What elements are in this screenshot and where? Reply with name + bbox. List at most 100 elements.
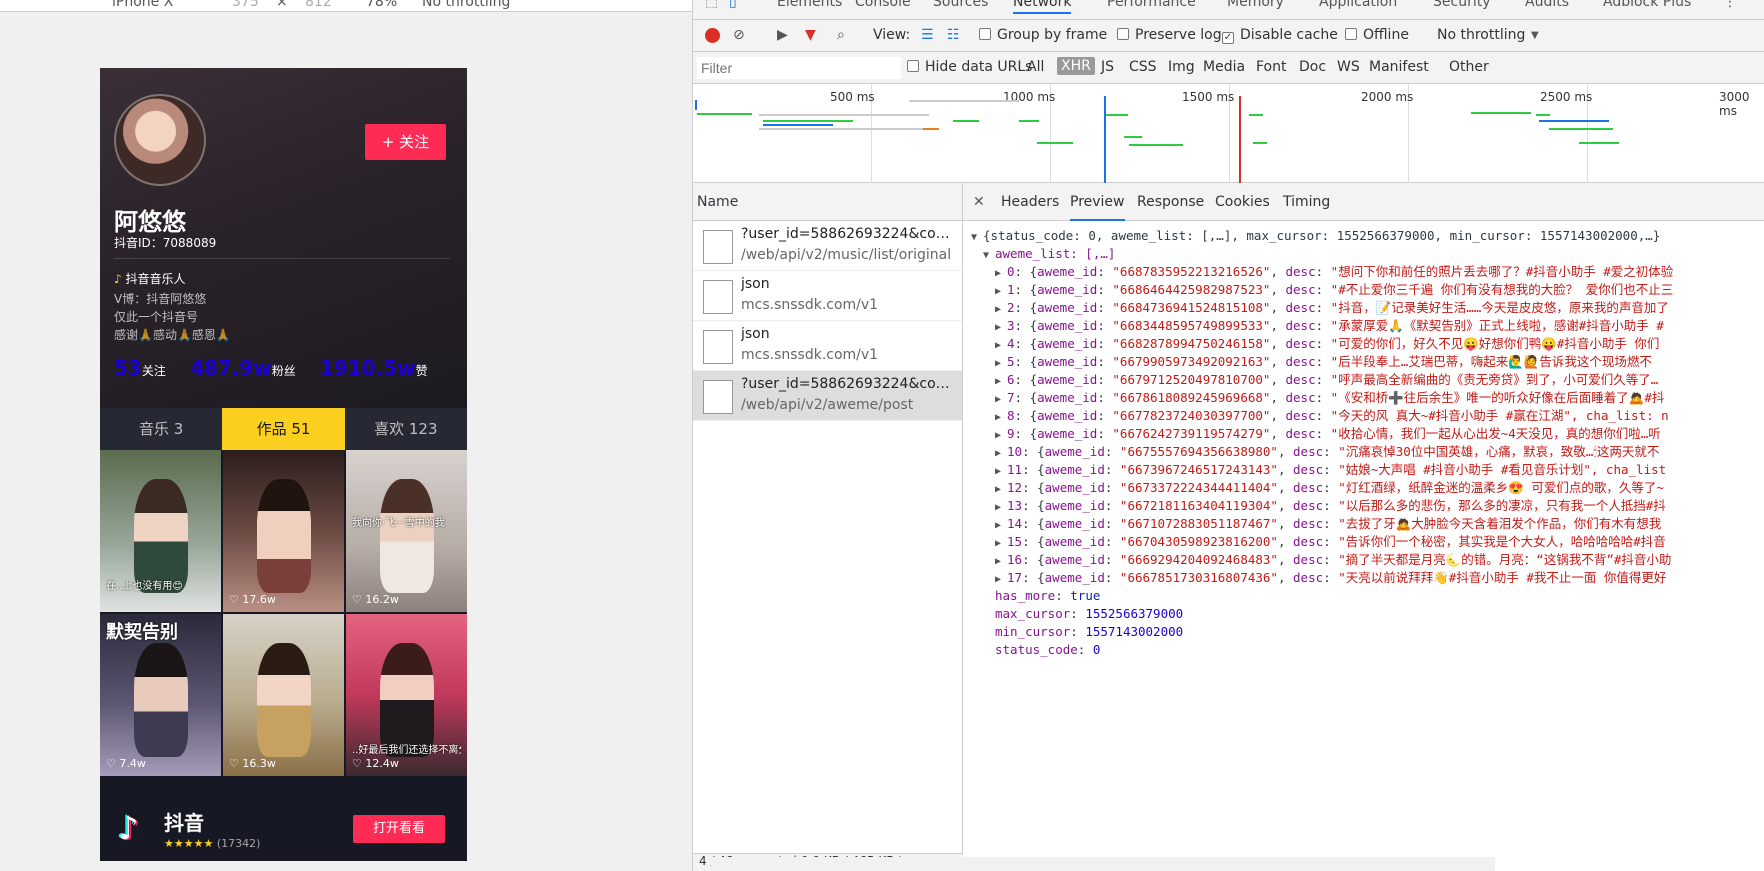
- likes-count: 1910.5w: [319, 356, 416, 380]
- filter-icon[interactable]: ▼: [805, 27, 816, 43]
- json-array-item[interactable]: ▶ 15: {aweme_id: "6670430598923816200", d…: [995, 533, 1666, 551]
- video-thumb[interactable]: ♡ 17.6w: [223, 450, 344, 612]
- json-array-item[interactable]: ▶ 0: {aweme_id: "6687835952213216526", de…: [995, 263, 1673, 281]
- json-array-item[interactable]: ▶ 8: {aweme_id: "6677823724030397700", de…: [995, 407, 1669, 425]
- video-thumb[interactable]: ..好最后我们还选择不离分开 ♡ 12.4w: [346, 614, 467, 776]
- zoom-select[interactable]: 78%: [366, 0, 397, 10]
- open-app-button[interactable]: 打开看看: [353, 815, 445, 843]
- json-array-item[interactable]: ▶ 17: {aweme_id: "6667851730316807436", d…: [995, 569, 1666, 587]
- filter-font[interactable]: Font: [1256, 59, 1286, 75]
- video-likes: ♡ 16.3w: [229, 757, 276, 770]
- device-width[interactable]: 375: [232, 0, 259, 10]
- expand-triangle-icon[interactable]: ▼: [983, 247, 995, 265]
- video-caption: 我向你·飞···雪中的我: [352, 518, 445, 529]
- record-icon[interactable]: [705, 28, 720, 43]
- request-row[interactable]: json mcs.snssdk.com/v1: [693, 271, 962, 321]
- json-array-item[interactable]: ▶ 2: {aweme_id: "6684736941524815108", de…: [995, 299, 1669, 317]
- json-array-item[interactable]: ▶ 1: {aweme_id: "6686464425982987523", de…: [995, 281, 1673, 299]
- expand-triangle-icon[interactable]: ▼: [971, 229, 983, 247]
- filter-all[interactable]: All: [1027, 59, 1044, 75]
- disable-cache-checkbox[interactable]: ✓ Disable cache: [1222, 27, 1338, 44]
- tab-music[interactable]: 音乐 3: [100, 408, 222, 450]
- video-thumb[interactable]: 默契告别 ♡ 7.4w: [100, 614, 221, 776]
- avatar[interactable]: [114, 94, 206, 186]
- filter-doc[interactable]: Doc: [1299, 59, 1326, 75]
- json-array-item[interactable]: ▶ 5: {aweme_id: "6679905973492092163", de…: [995, 353, 1652, 371]
- tab-network[interactable]: Network: [1013, 0, 1072, 14]
- douyin-id: 抖音ID：7088089: [114, 236, 217, 250]
- tab-memory[interactable]: Memory: [1227, 0, 1284, 10]
- timeline-tick-label: 3000 ms: [1719, 90, 1750, 118]
- json-array-item[interactable]: ▶ 14: {aweme_id: "6671072883051187467", d…: [995, 515, 1661, 533]
- filter-input[interactable]: [697, 57, 901, 79]
- more-menu-icon[interactable]: ⋮: [1723, 0, 1737, 10]
- search-icon[interactable]: ⌕: [837, 27, 845, 43]
- horizontal-scrollbar[interactable]: [711, 857, 1495, 871]
- json-array-item[interactable]: ▶ 7: {aweme_id: "6678618089245969668", de…: [995, 389, 1664, 407]
- follow-button[interactable]: + 关注: [365, 124, 446, 160]
- json-root[interactable]: ▼ {status_code: 0, aweme_list: [,…], max_…: [971, 227, 1660, 245]
- tab-application[interactable]: Application: [1319, 0, 1397, 10]
- json-index: 14: [1007, 516, 1023, 531]
- network-overview-timeline[interactable]: 500 ms 1000 ms 1500 ms 2000 ms 2500 ms 3…: [693, 84, 1764, 183]
- video-thumb[interactable]: 在..上也没有用😊: [100, 450, 221, 612]
- filter-other[interactable]: Other: [1449, 59, 1489, 75]
- json-array-item[interactable]: ▶ 6: {aweme_id: "6679712520497810700", de…: [995, 371, 1658, 389]
- json-array-item[interactable]: ▶ 9: {aweme_id: "6676242739119574279", de…: [995, 425, 1661, 443]
- filter-css[interactable]: CSS: [1129, 59, 1157, 75]
- tab-cookies[interactable]: Cookies: [1215, 194, 1270, 210]
- json-value: "6683448595749899533": [1112, 318, 1271, 333]
- tab-preview[interactable]: Preview: [1070, 194, 1125, 221]
- chevron-down-icon[interactable]: ▼: [1531, 30, 1539, 41]
- json-array-item[interactable]: ▶ 16: {aweme_id: "6669294204092468483", d…: [995, 551, 1671, 569]
- json-array-item[interactable]: ▶ 10: {aweme_id: "6675557694356638980", d…: [995, 443, 1659, 461]
- tab-sources[interactable]: Sources: [933, 0, 988, 10]
- json-node[interactable]: ▼ aweme_list: [,…]: [983, 245, 1115, 263]
- tab-headers[interactable]: Headers: [1001, 194, 1059, 210]
- preserve-log-checkbox[interactable]: Preserve log: [1117, 27, 1222, 43]
- offline-checkbox[interactable]: Offline: [1345, 27, 1409, 43]
- filter-img[interactable]: Img: [1168, 59, 1195, 75]
- filter-media[interactable]: Media: [1203, 59, 1245, 75]
- request-row[interactable]: json mcs.snssdk.com/v1: [693, 321, 962, 371]
- tab-timing[interactable]: Timing: [1283, 194, 1330, 210]
- tab-console[interactable]: Console: [855, 0, 911, 10]
- close-icon[interactable]: ✕: [973, 194, 985, 210]
- waterfall-icon[interactable]: ☷: [947, 27, 960, 43]
- tab-likes[interactable]: 喜欢 123: [345, 408, 467, 450]
- filter-js[interactable]: JS: [1101, 59, 1114, 75]
- large-rows-icon[interactable]: ☰: [921, 27, 934, 43]
- request-row-selected[interactable]: ?user_id=58862693224&coun... /web/api/v2…: [693, 371, 962, 421]
- tab-security[interactable]: Security: [1433, 0, 1491, 10]
- filter-manifest[interactable]: Manifest: [1369, 59, 1429, 75]
- device-select[interactable]: iPhone X: [112, 0, 173, 10]
- tab-works[interactable]: 作品 51: [222, 408, 345, 450]
- device-height[interactable]: 812: [305, 0, 332, 10]
- group-by-frame-checkbox[interactable]: Group by frame: [979, 27, 1107, 43]
- json-array-item[interactable]: ▶ 4: {aweme_id: "6682878994750246158", de…: [995, 335, 1659, 353]
- json-prop: max_cursor: 1552566379000: [995, 606, 1184, 621]
- throttling-select[interactable]: No throttling: [1437, 27, 1525, 43]
- json-array-item[interactable]: ▶ 12: {aweme_id: "6673372224344411404", d…: [995, 479, 1664, 497]
- hide-data-urls-checkbox[interactable]: Hide data URLs: [907, 59, 1032, 75]
- device-toggle-icon[interactable]: ▯: [729, 0, 737, 10]
- video-thumb[interactable]: ♡ 16.3w: [223, 614, 344, 776]
- tab-response[interactable]: Response: [1137, 194, 1204, 210]
- filter-ws[interactable]: WS: [1337, 59, 1360, 75]
- tab-adblock-plus[interactable]: Adblock Plus: [1603, 0, 1691, 10]
- clear-icon[interactable]: ⊘: [733, 27, 745, 43]
- json-array-item[interactable]: ▶ 11: {aweme_id: "6673967246517243143", d…: [995, 461, 1666, 479]
- name-column-header[interactable]: Name: [693, 183, 962, 221]
- filter-xhr[interactable]: XHR: [1057, 57, 1095, 75]
- json-array-item[interactable]: ▶ 13: {aweme_id: "6672181163404119304", d…: [995, 497, 1666, 515]
- request-row[interactable]: ?user_id=58862693224&coun... /web/api/v2…: [693, 221, 962, 271]
- camera-icon[interactable]: ▶: [777, 27, 788, 43]
- throttle-select[interactable]: No throttling: [422, 0, 510, 10]
- tab-performance[interactable]: Performance: [1107, 0, 1196, 10]
- json-array-item[interactable]: ▶ 3: {aweme_id: "6683448595749899533", de…: [995, 317, 1664, 335]
- swap-icon[interactable]: ×: [276, 0, 288, 10]
- tab-audits[interactable]: Audits: [1525, 0, 1569, 10]
- inspect-icon[interactable]: ⬚: [705, 0, 718, 10]
- tab-elements[interactable]: Elements: [777, 0, 842, 10]
- video-thumb[interactable]: 我向你·飞···雪中的我 ♡ 16.2w: [346, 450, 467, 612]
